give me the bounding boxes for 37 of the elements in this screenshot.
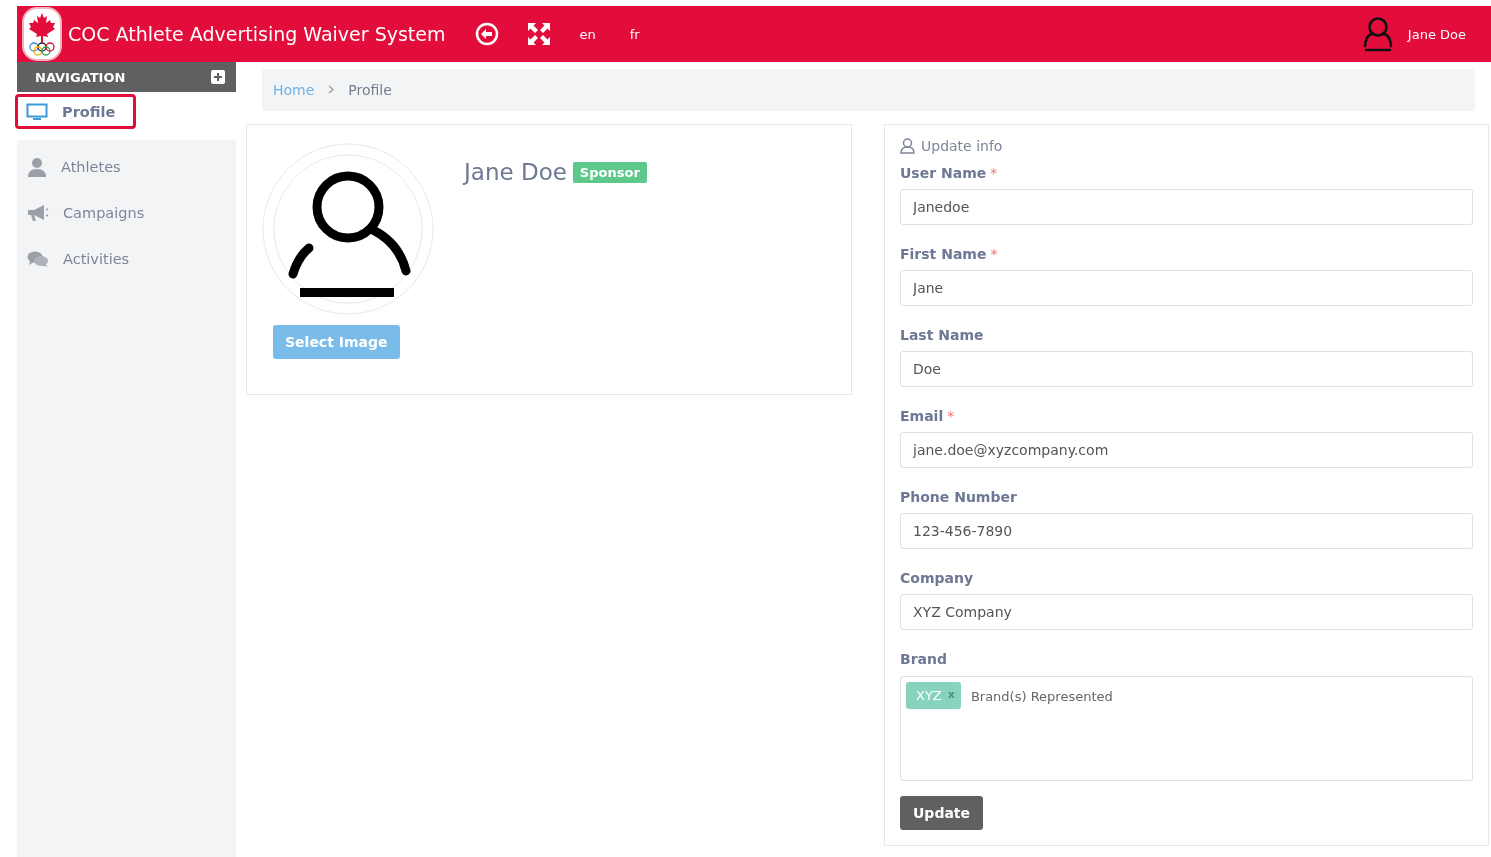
user-icon (900, 138, 915, 154)
navigation-title: NAVIGATION (35, 69, 126, 85)
form-title: Update info (921, 138, 1003, 154)
update-button[interactable]: Update (900, 796, 984, 830)
fullscreen-icon[interactable] (527, 22, 552, 46)
field-label: User Name * (900, 165, 999, 183)
nav-item[interactable]: Campaigns (17, 190, 236, 236)
input-field[interactable]: Jane (900, 270, 1473, 306)
nav-item[interactable]: Activities (17, 236, 236, 282)
expand-icon[interactable] (211, 70, 225, 84)
nav-item[interactable]: Profile (15, 94, 136, 129)
field-label: Phone Number (900, 489, 1018, 507)
field-label: Brand (900, 651, 948, 669)
nav-item[interactable]: Athletes (17, 144, 236, 190)
user-icon (27, 157, 47, 177)
app-title: COC Athlete Advertising Waiver System (68, 23, 446, 45)
input-field[interactable]: jane.doe@xyzcompany.com (900, 432, 1473, 468)
language-link[interactable]: fr (629, 26, 640, 42)
chat-icon (27, 250, 49, 268)
monitor-icon (26, 102, 48, 121)
input-field[interactable]: XYZ Company (900, 594, 1473, 630)
language-link[interactable]: en (579, 26, 596, 42)
back-icon[interactable] (475, 22, 500, 46)
input-field[interactable]: Doe (900, 351, 1473, 387)
field-label: First Name * (900, 246, 999, 264)
input-field[interactable]: Janedoe (900, 189, 1473, 225)
user-name[interactable]: Jane Doe (1407, 26, 1466, 42)
megaphone-icon (27, 204, 49, 222)
profile-name: Jane Doe (464, 159, 567, 185)
field-label: Company (900, 570, 975, 588)
brand-tag: XYZ x (906, 682, 961, 709)
input-field[interactable]: 123-456-7890 (900, 513, 1473, 549)
field-label: Last Name (900, 327, 985, 345)
field-label: Email * (900, 408, 956, 426)
breadcrumb-current: Profile (348, 82, 392, 98)
chevron-icon (328, 85, 335, 94)
role-badge: Sponsor (572, 161, 647, 183)
